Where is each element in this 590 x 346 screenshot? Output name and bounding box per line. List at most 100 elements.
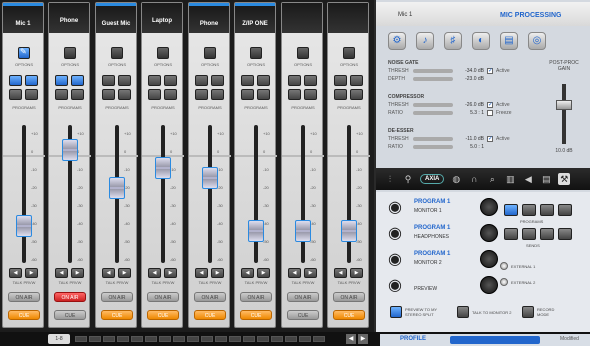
preview-button[interactable]: ▶ <box>257 268 270 278</box>
bank-dot[interactable] <box>145 336 157 342</box>
talk-button[interactable]: ◀ <box>55 268 68 278</box>
program-assign-button[interactable] <box>71 75 84 86</box>
bank-dot[interactable] <box>159 336 171 342</box>
volume-knob[interactable] <box>480 250 498 268</box>
program-assign-button[interactable] <box>148 75 161 86</box>
speaker-icon[interactable]: ◀ <box>522 173 534 185</box>
program-assign-button[interactable] <box>148 89 161 100</box>
program-assign-button[interactable] <box>71 89 84 100</box>
program-button[interactable] <box>558 204 572 216</box>
fader-cap[interactable] <box>109 177 125 200</box>
mic-settings-icon[interactable]: ⚙ <box>388 32 406 50</box>
strip-name[interactable] <box>282 3 322 33</box>
send-button[interactable] <box>522 228 536 240</box>
on-air-button[interactable]: ON AIR <box>101 292 133 302</box>
comp-active-checkbox[interactable]: ✓ <box>487 102 493 108</box>
bank-scroller[interactable] <box>75 336 325 342</box>
bank-dot[interactable] <box>229 336 241 342</box>
talk-button[interactable]: ◀ <box>288 268 301 278</box>
ng-active-checkbox[interactable]: ✓ <box>487 68 493 74</box>
bank-dot[interactable] <box>257 336 269 342</box>
strip-name[interactable]: Laptop <box>142 3 182 33</box>
on-air-button[interactable]: ON AIR <box>147 292 179 302</box>
program-assign-button[interactable] <box>241 75 254 86</box>
voice-icon[interactable]: ◎ <box>528 32 546 50</box>
mixer-icon[interactable]: ⫶ <box>384 173 396 185</box>
talk-button[interactable]: ◀ <box>241 268 254 278</box>
comp-ratio-slider[interactable] <box>413 111 453 115</box>
bank-dot[interactable] <box>173 336 185 342</box>
fader-cap[interactable] <box>155 157 171 180</box>
preview-button[interactable]: ▶ <box>350 268 363 278</box>
program-assign-button[interactable] <box>195 75 208 86</box>
preview-button[interactable]: ▶ <box>304 268 317 278</box>
bank-dot[interactable] <box>299 336 311 342</box>
bank-dot[interactable] <box>285 336 297 342</box>
fader-cap[interactable] <box>295 220 311 243</box>
de-active-checkbox[interactable]: ✓ <box>487 136 493 142</box>
bank-dot[interactable] <box>271 336 283 342</box>
fader-cap[interactable] <box>202 166 218 189</box>
external-1-radio[interactable] <box>500 262 508 270</box>
on-air-button[interactable]: ON AIR <box>333 292 365 302</box>
program-assign-button[interactable] <box>350 89 363 100</box>
on-air-button[interactable]: ON AIR <box>240 292 272 302</box>
bank-dot[interactable] <box>103 336 115 342</box>
volume-knob[interactable] <box>480 198 498 216</box>
on-air-button[interactable]: ON AIR <box>54 292 86 302</box>
cue-button[interactable]: CUE <box>287 310 319 320</box>
document-icon[interactable]: ▤ <box>540 173 552 185</box>
dynamics-icon[interactable]: ◐ <box>472 32 490 50</box>
bank-prev-icon[interactable]: ◀ <box>346 334 356 344</box>
bank-next-icon[interactable]: ▶ <box>358 334 368 344</box>
program-button[interactable] <box>504 204 518 216</box>
program-assign-button[interactable] <box>9 75 22 86</box>
link-icon[interactable]: ⚲ <box>402 173 414 185</box>
program-assign-button[interactable] <box>102 89 115 100</box>
talk-to-monitors-button[interactable] <box>457 306 469 318</box>
program-assign-button[interactable] <box>257 75 270 86</box>
options-button[interactable] <box>297 47 309 59</box>
tools-icon[interactable]: ⚒ <box>558 173 571 185</box>
eq-icon[interactable]: ♯ <box>444 32 462 50</box>
preview-button[interactable]: ▶ <box>118 268 131 278</box>
cue-button[interactable]: CUE <box>147 310 179 320</box>
bank-dot[interactable] <box>131 336 143 342</box>
program-button[interactable] <box>540 204 554 216</box>
strip-name[interactable]: Phone <box>49 3 89 33</box>
program-assign-button[interactable] <box>195 89 208 100</box>
program-assign-button[interactable] <box>211 89 224 100</box>
send-button[interactable] <box>504 228 518 240</box>
preview-button[interactable]: ▶ <box>25 268 38 278</box>
bank-dot[interactable] <box>243 336 255 342</box>
program-assign-button[interactable] <box>118 89 131 100</box>
comp-freeze-checkbox[interactable] <box>487 110 493 116</box>
strip-name[interactable]: Z/IP ONE <box>235 3 275 33</box>
send-button[interactable] <box>558 228 572 240</box>
program-assign-button[interactable] <box>304 89 317 100</box>
globe-icon[interactable]: ◍ <box>450 173 462 185</box>
strip-name[interactable]: Mic 1 <box>3 3 43 33</box>
preview-button[interactable]: ▶ <box>71 268 84 278</box>
cue-button[interactable]: CUE <box>240 310 272 320</box>
options-button[interactable] <box>18 47 30 59</box>
bank-dot[interactable] <box>215 336 227 342</box>
program-assign-button[interactable] <box>334 75 347 86</box>
on-air-button[interactable]: ON AIR <box>8 292 40 302</box>
fader-cap[interactable] <box>16 215 32 238</box>
program-button[interactable] <box>522 204 536 216</box>
bank-dot[interactable] <box>201 336 213 342</box>
bank-dot[interactable] <box>117 336 129 342</box>
program-assign-button[interactable] <box>9 89 22 100</box>
meter-icon[interactable]: ▤ <box>500 32 518 50</box>
on-air-button[interactable]: ON AIR <box>194 292 226 302</box>
meters-icon[interactable]: ▥ <box>504 173 516 185</box>
program-assign-button[interactable] <box>118 75 131 86</box>
program-assign-button[interactable] <box>25 75 38 86</box>
preview-button[interactable]: ▶ <box>164 268 177 278</box>
program-assign-button[interactable] <box>55 75 68 86</box>
program-assign-button[interactable] <box>304 75 317 86</box>
program-assign-button[interactable] <box>25 89 38 100</box>
program-assign-button[interactable] <box>334 89 347 100</box>
talk-button[interactable]: ◀ <box>102 268 115 278</box>
